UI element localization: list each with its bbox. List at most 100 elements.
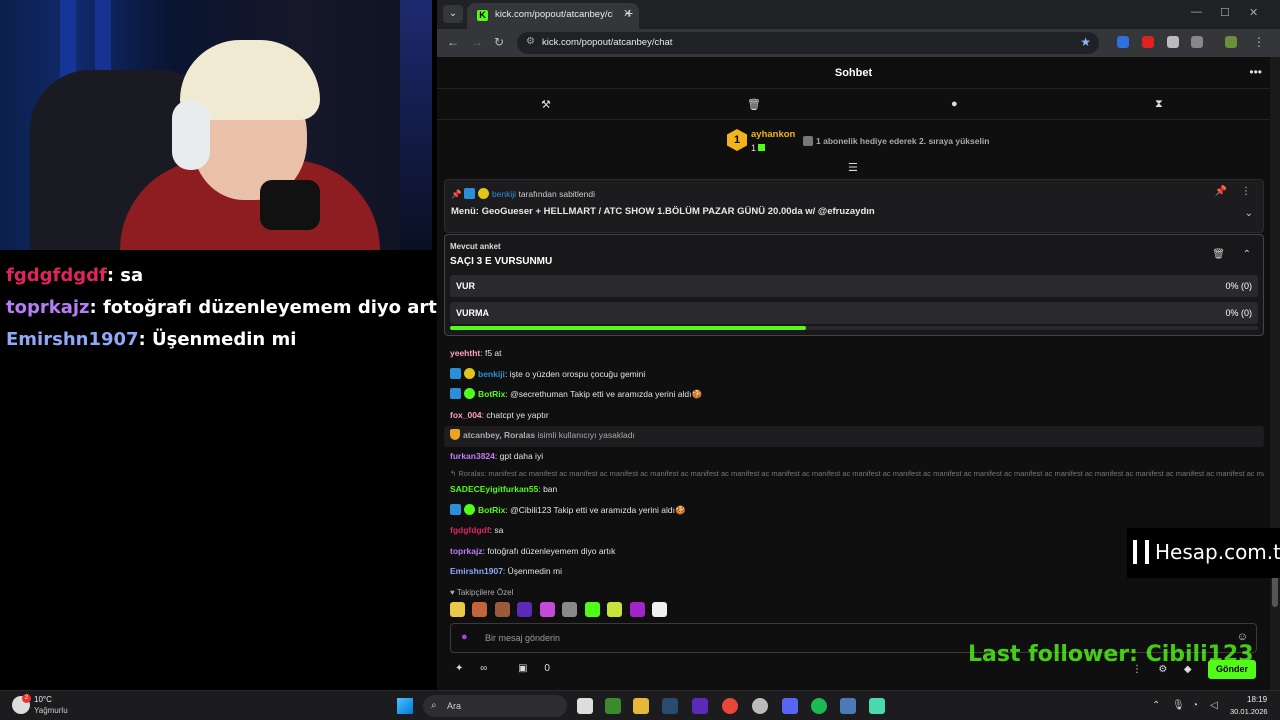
microphone-tray-icon[interactable]: 🎙 xyxy=(1172,700,1185,711)
webcam-feed xyxy=(0,0,432,250)
points-value: ∞ xyxy=(480,663,488,674)
top-gifter-name: ayhankon xyxy=(751,129,796,140)
pin-small-icon: 📌 xyxy=(451,189,462,199)
minecraft-icon[interactable] xyxy=(605,698,621,714)
app-icon[interactable] xyxy=(692,698,708,714)
stream-chat-text: : fotoğrafı düzenleyemem diyo artık xyxy=(89,297,456,318)
emote[interactable] xyxy=(472,602,488,617)
windows-start-icon[interactable] xyxy=(397,698,413,714)
chevron-down-icon[interactable]: ⌄ xyxy=(1245,208,1253,219)
profile-avatar[interactable] xyxy=(1225,36,1237,48)
discord-icon[interactable] xyxy=(782,698,798,714)
minimize-icon[interactable]: — xyxy=(1191,6,1202,18)
url-text[interactable]: kick.com/popout/atcanbey/chat xyxy=(542,37,672,48)
puzzle-extensions-icon[interactable] xyxy=(1191,36,1203,48)
taskbar-search[interactable]: ⌕ Ara xyxy=(423,695,567,717)
emote[interactable] xyxy=(539,602,555,617)
chat-username[interactable]: toprkajz xyxy=(450,546,483,556)
chat-message: fox_004: chatcpt ye yaptır xyxy=(444,406,1264,427)
poll-option[interactable]: VURMA 0% (0) xyxy=(450,302,1258,324)
stream-chat-user: Emirshn1907 xyxy=(6,329,139,350)
points-indicator[interactable]: ✦ ∞ xyxy=(455,663,501,674)
address-bar[interactable]: ⚙ kick.com/popout/atcanbey/chat ★ xyxy=(517,32,1099,54)
chrome-icon[interactable] xyxy=(722,698,738,714)
stream-view: fgdgfdgdf: sa toprkajz: fotoğrafı düzenl… xyxy=(0,0,455,690)
chat-username[interactable]: BotRix xyxy=(478,505,505,515)
network-icon[interactable]: ◔ xyxy=(1192,700,1198,711)
hourglass-icon[interactable]: ⧗ xyxy=(1155,98,1163,111)
moderator-badge-icon xyxy=(450,503,461,515)
maximize-icon[interactable]: ☐ xyxy=(1220,6,1230,19)
shield-extension-icon[interactable] xyxy=(1167,36,1179,48)
pinned-by-user[interactable]: benkiji xyxy=(492,189,516,199)
app-icon[interactable] xyxy=(752,698,768,714)
volume-icon[interactable]: ◁ xyxy=(1210,700,1218,711)
close-window-icon[interactable]: ✕ xyxy=(1249,6,1258,19)
tab-title: kick.com/popout/atcanbey/cha xyxy=(495,9,613,20)
sponsor-overlay: Hesap.com.tr xyxy=(1127,528,1280,578)
windows-taskbar: 2 10°C Yağmurlu ⌕ Ara ⌃ 🎙 ◔ ◁ 18:19 30.0… xyxy=(0,690,1280,720)
reply-preview[interactable]: ↰ Roralas: manifest ac manifest ac manif… xyxy=(444,467,1264,480)
chat-username[interactable]: benkiji xyxy=(478,369,505,379)
expand-filter-icon[interactable]: ☰ xyxy=(848,161,858,174)
emote[interactable] xyxy=(629,602,645,617)
tab-search-button[interactable]: ⌄ xyxy=(443,5,463,23)
emote[interactable] xyxy=(494,602,510,617)
chat-scrollbar[interactable] xyxy=(1270,57,1280,690)
chat-username[interactable]: SADECEyigitfurkan55 xyxy=(450,484,538,494)
chat-username[interactable]: furkan3824 xyxy=(450,451,495,461)
clock-time[interactable]: 18:19 xyxy=(1247,695,1267,704)
poll-option[interactable]: VUR 0% (0) xyxy=(450,275,1258,297)
chat-username[interactable]: fox_004 xyxy=(450,410,482,420)
tab-kick-chat[interactable]: K kick.com/popout/atcanbey/cha ✕ xyxy=(467,3,639,29)
chat-message: benkiji: işte o yüzden orospu çocuğu gem… xyxy=(444,365,1264,386)
clock-date[interactable]: 30.01.2026 xyxy=(1230,707,1268,716)
pinned-more-icon[interactable]: ⋮ xyxy=(1241,186,1251,197)
chat-message: BotRix: @Cibili123 Takip etti ve aramızd… xyxy=(444,501,1264,522)
pinned-message[interactable]: 📌 benkiji tarafından sabitlendi Menü: Ge… xyxy=(444,179,1264,233)
site-info-icon[interactable]: ⚙ xyxy=(526,36,535,47)
sponsor-name: Hesap.com.tr xyxy=(1155,540,1280,564)
emote[interactable] xyxy=(517,602,533,617)
stream-chat-line: toprkajz: fotoğrafı düzenleyemem diyo ar… xyxy=(6,296,455,328)
chat-username[interactable]: fgdgfdgdf xyxy=(450,525,490,535)
file-explorer-icon[interactable] xyxy=(633,698,649,714)
new-tab-button[interactable]: + xyxy=(625,5,633,21)
emote[interactable] xyxy=(652,602,668,617)
emote[interactable] xyxy=(584,602,600,617)
emote[interactable] xyxy=(450,602,465,617)
browser-menu-icon[interactable]: ⋮ xyxy=(1253,35,1265,49)
address-toolbar: ← → ↻ ⚙ kick.com/popout/atcanbey/chat ★ … xyxy=(437,29,1280,57)
tray-overflow-icon[interactable]: ⌃ xyxy=(1152,700,1160,711)
chat-username[interactable]: Emirshn1907 xyxy=(450,566,503,576)
app-icon[interactable] xyxy=(840,698,856,714)
notepad-icon[interactable] xyxy=(869,698,885,714)
poll-label: Mevcut anket xyxy=(450,242,501,251)
reload-icon[interactable]: ↻ xyxy=(494,35,504,49)
emote[interactable] xyxy=(562,602,578,617)
trash-icon[interactable]: 🗑 xyxy=(747,98,761,111)
hammer-icon[interactable]: ⚒ xyxy=(541,98,551,111)
extension-icon[interactable] xyxy=(1117,36,1129,48)
task-view-icon[interactable] xyxy=(577,698,593,714)
back-icon[interactable]: ← xyxy=(447,35,459,49)
steam-icon[interactable] xyxy=(662,698,678,714)
weather-desc[interactable]: Yağmurlu xyxy=(34,706,68,715)
gift-indicator[interactable]: ▣ 0 xyxy=(518,663,564,674)
weather-temp[interactable]: 10°C xyxy=(34,695,52,704)
forward-icon[interactable]: → xyxy=(471,35,483,49)
stream-chat-text: : Üşenmedin mi xyxy=(138,329,297,350)
chat-username[interactable]: BotRix xyxy=(478,389,505,399)
last-follower-overlay: Last follower: Cibili123 xyxy=(968,642,1254,667)
extension-icon[interactable] xyxy=(1142,36,1154,48)
chat-bubble-icon[interactable]: ● xyxy=(951,98,958,110)
bookmark-star-icon[interactable]: ★ xyxy=(1080,35,1091,49)
emote[interactable] xyxy=(607,602,623,617)
chat-username[interactable]: yeehtht xyxy=(450,348,480,358)
spotify-icon[interactable] xyxy=(811,698,827,714)
unpin-icon[interactable]: 📌 xyxy=(1215,186,1227,197)
chat-options-icon[interactable]: ••• xyxy=(1249,65,1262,79)
microphone-icon[interactable]: ● xyxy=(461,631,468,643)
chevron-up-icon[interactable]: ⌃ xyxy=(1243,249,1251,260)
delete-poll-icon[interactable]: 🗑 xyxy=(1212,249,1225,260)
